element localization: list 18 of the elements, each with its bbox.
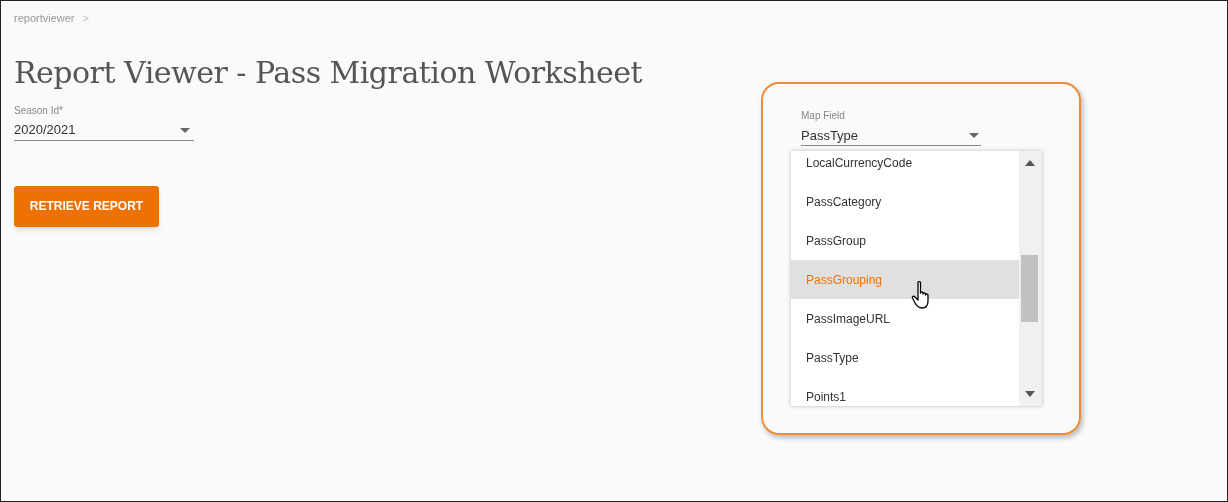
scroll-down-icon[interactable] bbox=[1025, 391, 1035, 397]
dropdown-option[interactable]: PassType bbox=[791, 338, 1019, 377]
scroll-up-icon[interactable] bbox=[1025, 160, 1035, 166]
dropdown-caret-icon bbox=[969, 133, 979, 138]
dropdown-option[interactable]: PassImageURL bbox=[791, 299, 1019, 338]
map-field-select[interactable]: PassType bbox=[801, 126, 981, 146]
dropdown-option[interactable]: PassCategory bbox=[791, 182, 1019, 221]
dropdown-option[interactable]: LocalCurrencyCode bbox=[791, 151, 1019, 182]
field-label: Season Id* bbox=[14, 103, 64, 118]
dropdown-option[interactable]: Points1 bbox=[791, 377, 1019, 406]
scrollbar[interactable] bbox=[1019, 151, 1042, 406]
scrollbar-thumb[interactable] bbox=[1021, 255, 1038, 322]
dropdown-caret-icon bbox=[180, 127, 190, 133]
page-title: Report Viewer - Pass Migration Worksheet bbox=[14, 53, 644, 92]
breadcrumb-separator: > bbox=[82, 11, 89, 26]
dropdown-option[interactable]: PassGroup bbox=[791, 221, 1019, 260]
field-label: Map Field bbox=[801, 109, 846, 123]
season-select[interactable]: 2020/2021 bbox=[14, 120, 194, 141]
